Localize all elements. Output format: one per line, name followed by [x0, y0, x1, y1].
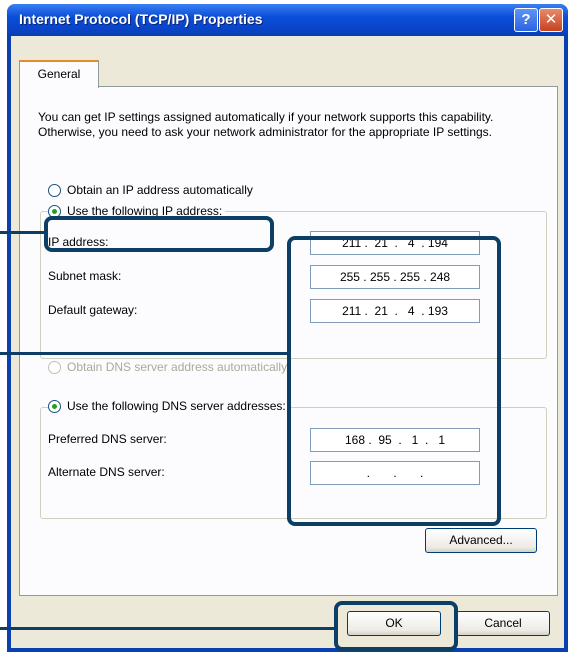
obtain-dns-auto-option[interactable]: Obtain DNS server address automatically — [48, 360, 288, 375]
subnet-mask-label: Subnet mask: — [48, 269, 122, 283]
use-following-dns-option[interactable]: Use the following DNS server addresses: — [48, 399, 289, 414]
default-gateway-label: Default gateway: — [48, 303, 138, 317]
obtain-ip-auto-option[interactable]: Obtain an IP address automatically — [48, 183, 253, 198]
callout-ip-radio-pointer — [0, 231, 46, 234]
obtain-ip-auto-radio[interactable] — [48, 184, 61, 198]
window-title: Internet Protocol (TCP/IP) Properties — [19, 11, 263, 27]
close-button[interactable]: ✕ — [539, 8, 563, 32]
advanced-button[interactable]: Advanced... — [425, 528, 537, 553]
callout-address-fields-highlight — [287, 236, 501, 526]
callout-ok-pointer — [0, 627, 336, 630]
alternate-dns-label: Alternate DNS server: — [48, 465, 165, 479]
obtain-ip-auto-label: Obtain an IP address automatically — [67, 183, 253, 197]
use-following-dns-radio[interactable] — [48, 400, 61, 414]
use-following-dns-label: Use the following DNS server addresses: — [67, 399, 286, 413]
help-button[interactable]: ? — [514, 8, 538, 32]
tab-general[interactable]: General — [19, 60, 99, 88]
cancel-button[interactable]: Cancel — [456, 611, 550, 636]
obtain-dns-auto-label: Obtain DNS server address automatically — [67, 360, 288, 374]
callout-ip-radio-highlight — [44, 216, 274, 252]
title-bar[interactable]: Internet Protocol (TCP/IP) Properties ? … — [7, 4, 568, 36]
callout-address-fields-pointer — [0, 352, 289, 355]
preferred-dns-label: Preferred DNS server: — [48, 432, 167, 446]
description-text: You can get IP settings assigned automat… — [38, 110, 494, 139]
callout-ok-highlight — [334, 601, 458, 651]
obtain-dns-auto-radio[interactable] — [48, 361, 61, 375]
